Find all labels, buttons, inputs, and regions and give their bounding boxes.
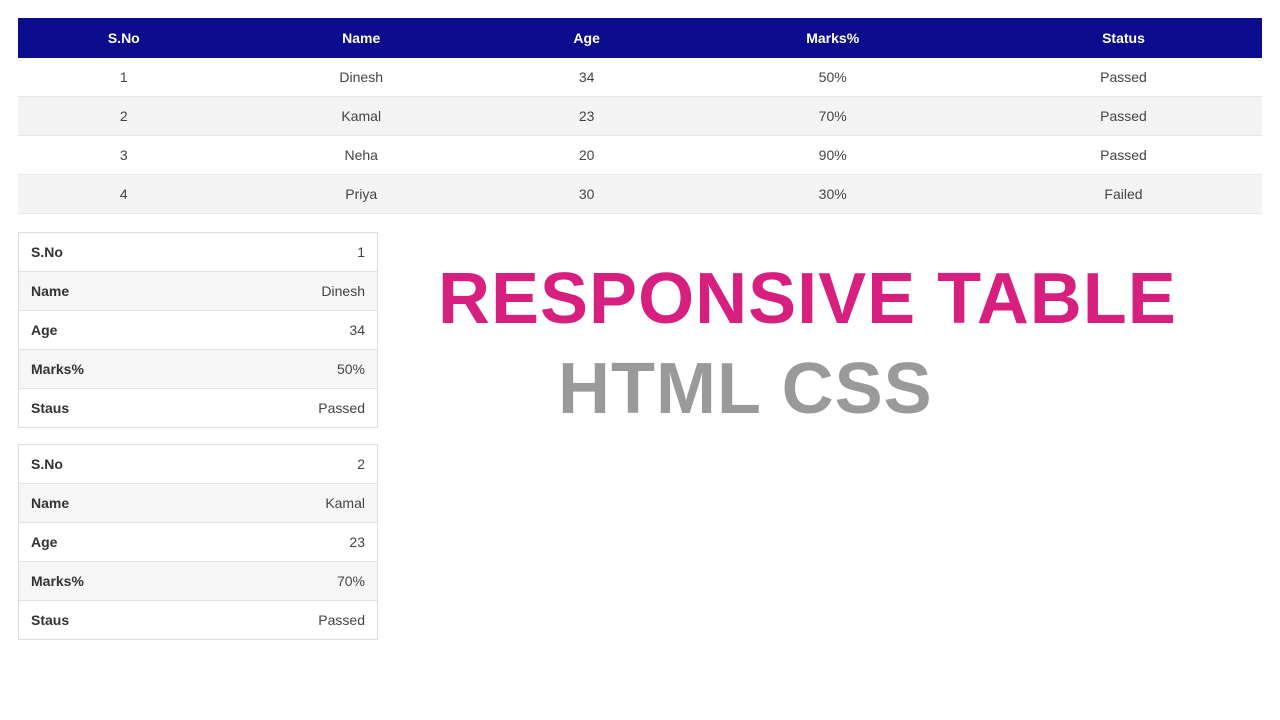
cell-marks: 70% bbox=[680, 97, 985, 136]
card-value: Passed bbox=[318, 400, 365, 416]
table-row: 4 Priya 30 30% Failed bbox=[18, 175, 1262, 214]
cell-age: 23 bbox=[493, 97, 681, 136]
cell-status: Passed bbox=[985, 136, 1262, 175]
card-row-name: Name Kamal bbox=[19, 484, 377, 523]
card-label: Staus bbox=[31, 612, 69, 628]
cell-status: Failed bbox=[985, 175, 1262, 214]
mobile-card-list: S.No 1 Name Dinesh Age 34 Marks% 50% Sta… bbox=[18, 232, 378, 656]
cell-name: Dinesh bbox=[230, 58, 493, 97]
cell-sno: 3 bbox=[18, 136, 230, 175]
cell-marks: 50% bbox=[680, 58, 985, 97]
card-value: Dinesh bbox=[321, 283, 365, 299]
cell-sno: 1 bbox=[18, 58, 230, 97]
card-value: 50% bbox=[337, 361, 365, 377]
card-row-age: Age 23 bbox=[19, 523, 377, 562]
cell-marks: 30% bbox=[680, 175, 985, 214]
table-row: 2 Kamal 23 70% Passed bbox=[18, 97, 1262, 136]
cell-name: Priya bbox=[230, 175, 493, 214]
card-row-status: Staus Passed bbox=[19, 601, 377, 639]
card-value: 70% bbox=[337, 573, 365, 589]
card-row-name: Name Dinesh bbox=[19, 272, 377, 311]
card-value: 2 bbox=[357, 456, 365, 472]
title-line-1: RESPONSIVE TABLE bbox=[438, 262, 1262, 338]
card-label: Name bbox=[31, 495, 69, 511]
cell-name: Kamal bbox=[230, 97, 493, 136]
card-label: Name bbox=[31, 283, 69, 299]
card-label: Marks% bbox=[31, 361, 84, 377]
cell-age: 34 bbox=[493, 58, 681, 97]
card-value: 34 bbox=[349, 322, 365, 338]
table-row: 3 Neha 20 90% Passed bbox=[18, 136, 1262, 175]
card-label: Marks% bbox=[31, 573, 84, 589]
card-label: Age bbox=[31, 534, 57, 550]
cell-marks: 90% bbox=[680, 136, 985, 175]
mobile-card: S.No 2 Name Kamal Age 23 Marks% 70% Stau… bbox=[18, 444, 378, 640]
table-header-row: S.No Name Age Marks% Status bbox=[18, 18, 1262, 58]
card-value: 1 bbox=[357, 244, 365, 260]
card-label: Age bbox=[31, 322, 57, 338]
mobile-card: S.No 1 Name Dinesh Age 34 Marks% 50% Sta… bbox=[18, 232, 378, 428]
cell-name: Neha bbox=[230, 136, 493, 175]
title-line-2: HTML CSS bbox=[438, 348, 1262, 430]
cell-sno: 2 bbox=[18, 97, 230, 136]
col-status: Status bbox=[985, 18, 1262, 58]
card-row-sno: S.No 1 bbox=[19, 233, 377, 272]
cell-status: Passed bbox=[985, 97, 1262, 136]
table-row: 1 Dinesh 34 50% Passed bbox=[18, 58, 1262, 97]
cell-age: 20 bbox=[493, 136, 681, 175]
card-row-sno: S.No 2 bbox=[19, 445, 377, 484]
card-row-status: Staus Passed bbox=[19, 389, 377, 427]
card-value: Kamal bbox=[325, 495, 365, 511]
col-marks: Marks% bbox=[680, 18, 985, 58]
card-value: Passed bbox=[318, 612, 365, 628]
card-label: Staus bbox=[31, 400, 69, 416]
card-value: 23 bbox=[349, 534, 365, 550]
card-label: S.No bbox=[31, 244, 63, 260]
col-age: Age bbox=[493, 18, 681, 58]
card-row-age: Age 34 bbox=[19, 311, 377, 350]
card-label: S.No bbox=[31, 456, 63, 472]
col-sno: S.No bbox=[18, 18, 230, 58]
card-row-marks: Marks% 70% bbox=[19, 562, 377, 601]
students-table: S.No Name Age Marks% Status 1 Dinesh 34 … bbox=[18, 18, 1262, 214]
cell-age: 30 bbox=[493, 175, 681, 214]
card-row-marks: Marks% 50% bbox=[19, 350, 377, 389]
cell-status: Passed bbox=[985, 58, 1262, 97]
title-block: RESPONSIVE TABLE HTML CSS bbox=[408, 232, 1262, 430]
col-name: Name bbox=[230, 18, 493, 58]
cell-sno: 4 bbox=[18, 175, 230, 214]
